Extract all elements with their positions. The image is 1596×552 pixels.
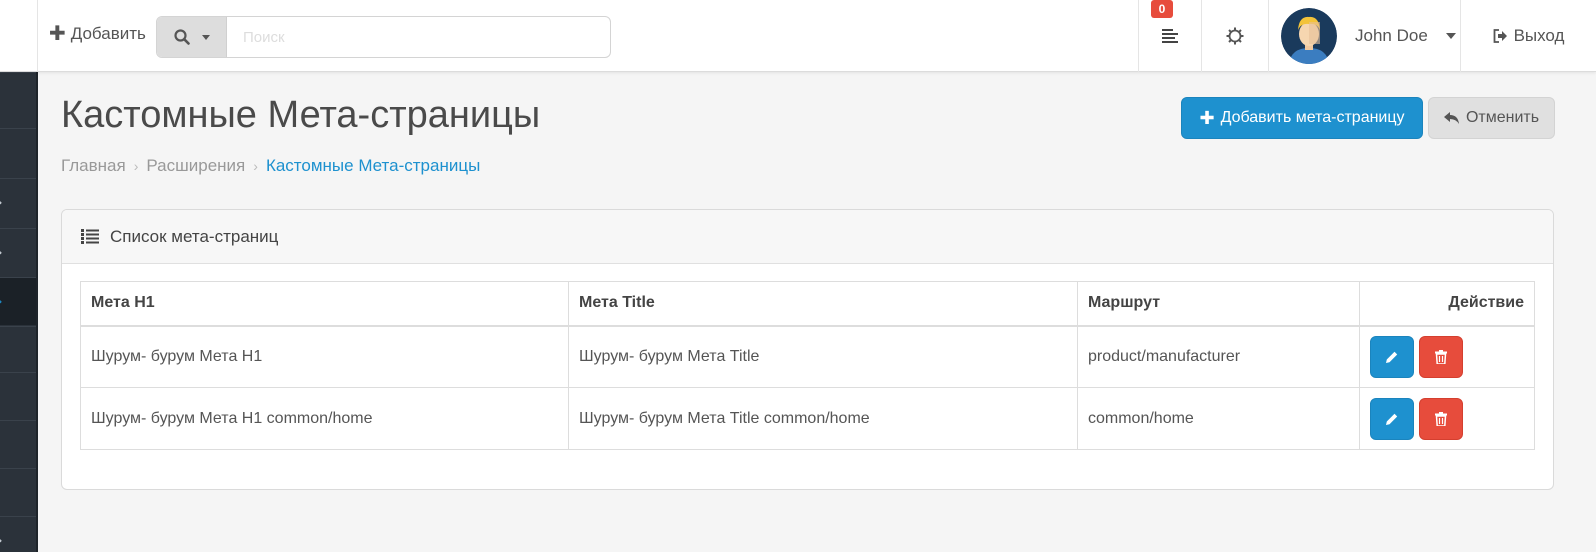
cell-h1: Шурум- бурум Мета H1 <box>80 325 569 388</box>
add-label: Добавить <box>70 24 146 43</box>
sidebar-item[interactable] <box>0 372 36 420</box>
delete-button[interactable] <box>1419 397 1463 440</box>
logout-icon <box>1493 29 1507 43</box>
pencil-icon <box>1386 351 1398 363</box>
sidebar-item[interactable]: › <box>0 228 36 276</box>
header-spacer <box>0 0 38 72</box>
list-icon <box>81 229 99 244</box>
table-row: Шурум- бурум Мета H1 common/home Шурум- … <box>80 387 1535 450</box>
edit-button[interactable] <box>1370 335 1414 378</box>
cancel-label: Отменить <box>1465 109 1540 126</box>
cell-route: product/manufacturer <box>1077 325 1360 388</box>
caret-down-icon <box>201 34 210 40</box>
notifications-badge: 0 <box>1151 0 1173 18</box>
breadcrumb-extensions[interactable]: Расширения <box>146 156 245 176</box>
caret-down-icon <box>1445 33 1456 39</box>
breadcrumb: Главная › Расширения › Кастомные Мета-ст… <box>61 156 480 176</box>
logout-button[interactable]: Выход <box>1460 0 1596 72</box>
chevron-right-icon: › <box>0 294 3 310</box>
trash-icon <box>1435 411 1447 426</box>
user-name: John Doe <box>1355 26 1428 45</box>
column-header-h1[interactable]: Мета H1 <box>80 281 569 327</box>
cell-actions <box>1359 387 1535 450</box>
top-header: ✚ Добавить 0 John Doe <box>0 0 1596 72</box>
plus-icon: ✚ <box>49 23 66 45</box>
panel-title: Список мета-страниц <box>110 226 279 246</box>
sidebar: › › › › <box>0 72 38 552</box>
add-meta-page-label: Добавить мета-страницу <box>1220 109 1405 126</box>
add-meta-page-button[interactable]: ✚ Добавить мета-страницу <box>1181 97 1423 139</box>
cell-title: Шурум- бурум Мета Title <box>568 325 1078 388</box>
undo-icon <box>1443 111 1459 124</box>
edit-button[interactable] <box>1370 397 1414 440</box>
trash-icon <box>1435 349 1447 364</box>
chevron-right-icon: › <box>0 195 3 211</box>
cell-actions <box>1359 325 1535 388</box>
list-icon <box>1162 29 1178 43</box>
user-menu[interactable]: John Doe <box>1268 0 1460 72</box>
column-header-title[interactable]: Мета Title <box>568 281 1078 327</box>
meta-pages-panel: Список мета-страниц Мета H1 Мета Title М… <box>61 209 1554 490</box>
sidebar-item[interactable] <box>0 326 36 374</box>
breadcrumb-current[interactable]: Кастомные Мета-страницы <box>266 156 480 176</box>
breadcrumb-separator: › <box>253 158 258 174</box>
search-input[interactable] <box>227 17 610 57</box>
breadcrumb-separator: › <box>133 158 139 174</box>
page-title: Кастомные Мета-страницы <box>61 94 541 136</box>
gear-icon <box>1226 27 1244 45</box>
logout-label: Выход <box>1513 26 1565 45</box>
avatar <box>1281 8 1337 64</box>
sidebar-item-active[interactable]: › <box>0 277 36 325</box>
sidebar-item[interactable] <box>0 468 36 516</box>
search-box <box>156 16 611 58</box>
sidebar-item[interactable]: › <box>0 516 36 552</box>
add-link[interactable]: ✚ Добавить <box>49 24 146 44</box>
column-header-route[interactable]: Маршрут <box>1077 281 1360 327</box>
chevron-right-icon: › <box>0 245 3 261</box>
sidebar-item[interactable] <box>0 128 36 176</box>
table-row: Шурум- бурум Мета H1 Шурум- бурум Мета T… <box>80 325 1535 388</box>
search-dropdown-button[interactable] <box>157 17 227 57</box>
delete-button[interactable] <box>1419 335 1463 378</box>
sidebar-item[interactable] <box>0 420 36 468</box>
plus-icon: ✚ <box>1199 107 1215 128</box>
meta-pages-table: Мета H1 Мета Title Маршрут Действие Шуру… <box>80 281 1535 450</box>
table-header-row: Мета H1 Мета Title Маршрут Действие <box>80 281 1535 327</box>
sidebar-item[interactable] <box>0 72 36 120</box>
cell-route: common/home <box>1077 387 1360 450</box>
sidebar-item[interactable]: › <box>0 178 36 226</box>
cancel-button[interactable]: Отменить <box>1428 97 1555 139</box>
panel-heading: Список мета-страниц <box>62 210 1553 264</box>
search-icon <box>173 29 190 45</box>
column-header-action: Действие <box>1359 281 1535 327</box>
chevron-right-icon: › <box>0 533 3 549</box>
cell-h1: Шурум- бурум Мета H1 common/home <box>80 387 569 450</box>
breadcrumb-home[interactable]: Главная <box>61 156 126 176</box>
settings-button[interactable] <box>1201 0 1268 72</box>
pencil-icon <box>1386 413 1398 425</box>
cell-title: Шурум- бурум Мета Title common/home <box>568 387 1078 450</box>
